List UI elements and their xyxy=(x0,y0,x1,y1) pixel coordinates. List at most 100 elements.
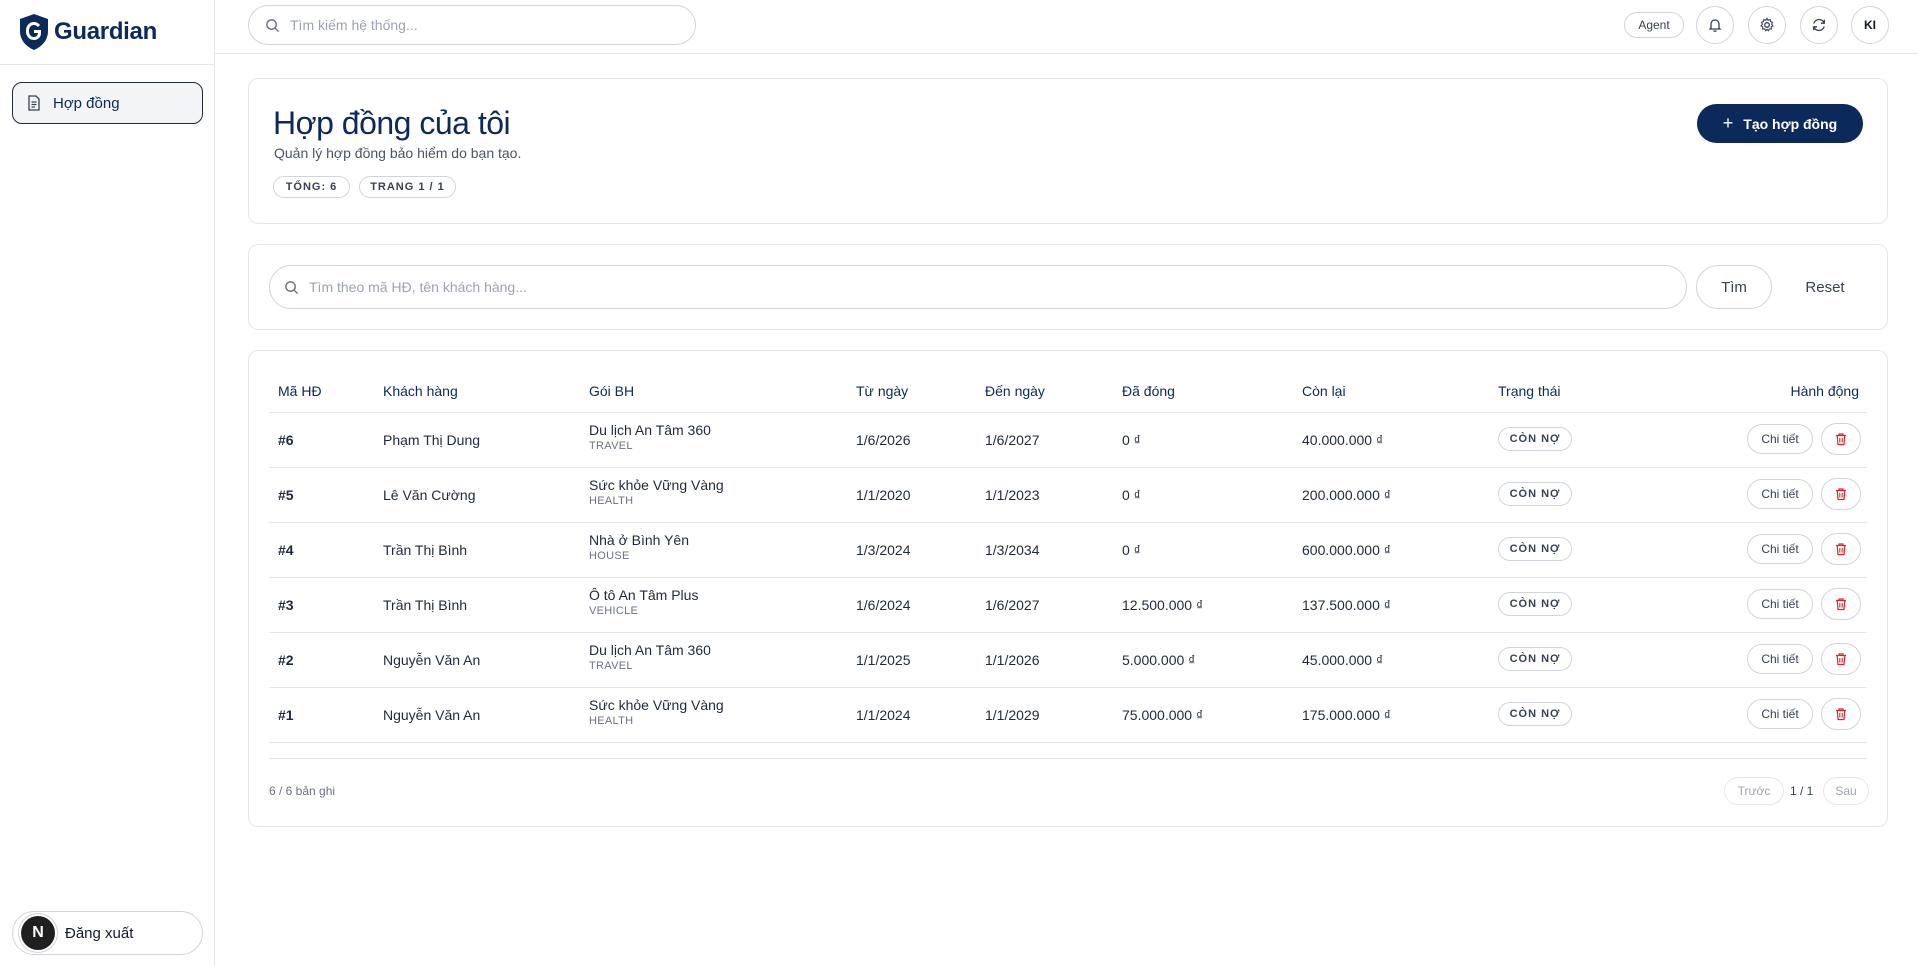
plus-icon: + xyxy=(1722,113,1734,133)
table-footer-divider xyxy=(269,758,1867,759)
sidebar-item-contracts[interactable]: Hợp đồng xyxy=(12,82,203,124)
from-date: 1/6/2024 xyxy=(856,597,911,613)
customer-name: Trần Thị Bình xyxy=(383,597,468,613)
page-indicator: 1 / 1 xyxy=(1790,784,1814,798)
role-badge: Agent xyxy=(1624,12,1684,38)
from-date: 1/3/2024 xyxy=(856,542,911,558)
package-cell: Ô tô An Tâm Plus VEHICLE xyxy=(589,587,698,617)
from-date: 1/6/2026 xyxy=(856,432,911,448)
package-cell: Sức khỏe Vững Vàng HEALTH xyxy=(589,697,724,727)
contract-search-placeholder: Tìm theo mã HĐ, tên khách hàng... xyxy=(309,279,527,295)
remaining-amount: 200.000.000 ₫ xyxy=(1302,487,1391,503)
remaining-amount: 137.500.000 ₫ xyxy=(1302,597,1391,613)
customer-name: Phạm Thị Dung xyxy=(383,432,481,448)
record-count: 6 / 6 bản ghi xyxy=(269,784,336,798)
create-contract-button[interactable]: + Tạo hợp đồng xyxy=(1697,104,1863,143)
status-badge: CÒN NỢ xyxy=(1498,427,1572,451)
status-badge: CÒN NỢ xyxy=(1498,537,1572,561)
customer-name: Nguyễn Văn An xyxy=(383,707,481,723)
topbar: Tìm kiếm hệ thống... Agent KI xyxy=(215,0,1918,54)
column-header-from: Từ ngày xyxy=(856,383,909,399)
guardian-shield-icon xyxy=(20,14,48,50)
logout-button[interactable]: N Đăng xuất xyxy=(12,911,203,955)
detail-button[interactable]: Chi tiết xyxy=(1747,534,1813,564)
page-header-card: Hợp đồng của tôi Quản lý hợp đồng bảo hi… xyxy=(248,78,1888,224)
package-name: Sức khỏe Vững Vàng xyxy=(589,477,724,493)
status-badge: CÒN NỢ xyxy=(1498,482,1572,506)
page-title: Hợp đồng của tôi xyxy=(273,105,511,141)
contract-search-input[interactable]: Tìm theo mã HĐ, tên khách hàng... xyxy=(269,265,1687,309)
package-type: TRAVEL xyxy=(589,660,633,672)
delete-button[interactable] xyxy=(1821,698,1861,730)
trash-icon xyxy=(1836,488,1846,501)
remaining-amount: 40.000.000 ₫ xyxy=(1302,432,1384,448)
package-type: HEALTH xyxy=(589,715,634,727)
column-header-actions: Hành động xyxy=(1790,383,1859,399)
contract-id: #5 xyxy=(278,487,294,503)
detail-button[interactable]: Chi tiết xyxy=(1747,424,1813,454)
package-name: Sức khỏe Vững Vàng xyxy=(589,697,724,713)
next-page-button[interactable]: Sau xyxy=(1823,777,1869,805)
from-date: 1/1/2020 xyxy=(856,487,911,503)
delete-button[interactable] xyxy=(1821,588,1861,620)
to-date: 1/3/2034 xyxy=(985,542,1040,558)
global-search-placeholder: Tìm kiếm hệ thống... xyxy=(290,17,418,33)
n-badge: N xyxy=(21,916,55,950)
package-name: Du lịch An Tâm 360 xyxy=(589,422,711,438)
search-icon xyxy=(285,280,299,294)
brand-logo[interactable]: Guardian xyxy=(0,0,214,65)
global-search-input[interactable]: Tìm kiếm hệ thống... xyxy=(248,5,696,45)
detail-button[interactable]: Chi tiết xyxy=(1747,699,1813,729)
paid-amount: 0 ₫ xyxy=(1122,542,1141,558)
package-type: HEALTH xyxy=(589,495,634,507)
contract-id: #1 xyxy=(278,707,294,723)
notifications-button[interactable] xyxy=(1696,6,1734,44)
detail-button[interactable]: Chi tiết xyxy=(1747,644,1813,674)
delete-button[interactable] xyxy=(1821,423,1861,455)
column-header-package: Gói BH xyxy=(589,383,635,399)
customer-name: Trần Thị Bình xyxy=(383,542,468,558)
package-name: Du lịch An Tâm 360 xyxy=(589,642,711,658)
table-row: #2 Nguyễn Văn An Du lịch An Tâm 360 TRAVEL 1… xyxy=(269,633,1867,688)
detail-button[interactable]: Chi tiết xyxy=(1747,479,1813,509)
to-date: 1/1/2029 xyxy=(985,707,1040,723)
to-date: 1/1/2023 xyxy=(985,487,1040,503)
package-cell: Sức khỏe Vững Vàng HEALTH xyxy=(589,477,724,507)
delete-button[interactable] xyxy=(1821,533,1861,565)
gear-icon xyxy=(1760,17,1774,32)
status-badge: CÒN NỢ xyxy=(1498,647,1572,671)
to-date: 1/6/2027 xyxy=(985,597,1040,613)
to-date: 1/6/2027 xyxy=(985,432,1040,448)
paid-amount: 0 ₫ xyxy=(1122,487,1141,503)
package-type: HOUSE xyxy=(589,550,630,562)
package-type: VEHICLE xyxy=(589,605,639,617)
paid-amount: 5.000.000 ₫ xyxy=(1122,652,1196,668)
delete-button[interactable] xyxy=(1821,478,1861,510)
refresh-button[interactable] xyxy=(1800,6,1838,44)
prev-page-button[interactable]: Trước xyxy=(1724,777,1784,805)
detail-button[interactable]: Chi tiết xyxy=(1747,589,1813,619)
trash-icon xyxy=(1836,543,1846,556)
customer-name: Nguyễn Văn An xyxy=(383,652,481,668)
settings-button[interactable] xyxy=(1748,6,1786,44)
remaining-amount: 45.000.000 ₫ xyxy=(1302,652,1384,668)
user-avatar[interactable]: KI xyxy=(1851,6,1889,44)
trash-icon xyxy=(1836,708,1846,721)
reset-button[interactable]: Reset xyxy=(1780,265,1870,309)
status-badge: CÒN NỢ xyxy=(1498,702,1572,726)
package-type: TRAVEL xyxy=(589,440,633,452)
remaining-amount: 175.000.000 ₫ xyxy=(1302,707,1391,723)
from-date: 1/1/2024 xyxy=(856,707,911,723)
find-button[interactable]: Tìm xyxy=(1696,265,1772,309)
column-header-id: Mã HĐ xyxy=(278,383,322,399)
paid-amount: 75.000.000 ₫ xyxy=(1122,707,1204,723)
table-row: #1 Nguyễn Văn An Sức khỏe Vững Vàng HEALTH 1… xyxy=(269,688,1867,743)
delete-button[interactable] xyxy=(1821,643,1861,675)
contract-id: #3 xyxy=(278,597,294,613)
package-cell: Du lịch An Tâm 360 TRAVEL xyxy=(589,642,711,672)
status-badge: CÒN NỢ xyxy=(1498,592,1572,616)
contract-id: #4 xyxy=(278,542,294,558)
column-header-customer: Khách hàng xyxy=(383,383,458,399)
bell-icon xyxy=(1708,19,1722,32)
column-header-status: Trạng thái xyxy=(1498,383,1561,399)
